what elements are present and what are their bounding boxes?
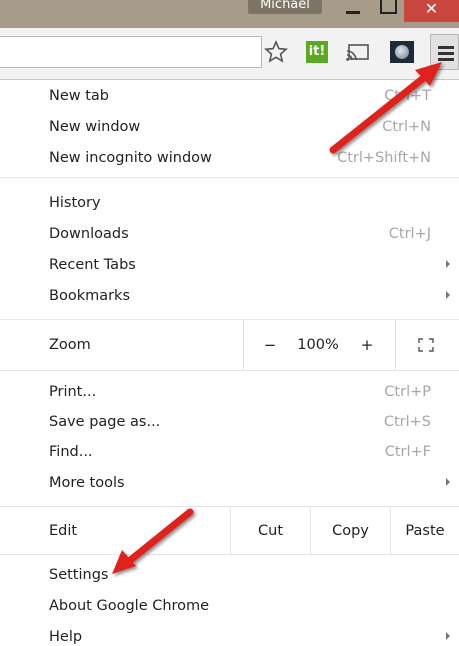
menu-item-label: Bookmarks [49, 288, 131, 304]
menu-edit-row: Edit Cut Copy Paste [0, 508, 459, 554]
extension-itl-icon[interactable]: it! [306, 41, 328, 63]
menu-item-label: Help [49, 629, 83, 645]
zoom-divider [395, 320, 396, 370]
extension-moon-icon[interactable] [390, 41, 414, 63]
maximize-button[interactable] [372, 0, 402, 22]
menu-item-shortcut: Ctrl+T [384, 88, 431, 104]
menu-item-history[interactable]: History [0, 187, 459, 219]
submenu-arrow-icon [446, 291, 450, 299]
zoom-out-button[interactable]: − [258, 320, 282, 370]
fullscreen-icon[interactable] [418, 338, 434, 352]
menu-item-more-tools[interactable]: More tools [0, 467, 459, 499]
menu-item-label: New incognito window [49, 150, 212, 166]
zoom-in-button[interactable]: + [355, 320, 379, 370]
menu-item-settings[interactable]: Settings [0, 559, 459, 591]
menu-item-label: History [49, 195, 101, 211]
browser-toolbar: it! [0, 28, 459, 80]
menu-separator [0, 506, 459, 507]
menu-item-label: Settings [49, 567, 109, 583]
menu-item-shortcut: Ctrl+J [388, 226, 431, 242]
menu-item-label: Save page as... [49, 414, 161, 430]
menu-item-label: About Google Chrome [49, 598, 210, 614]
menu-item-new-tab[interactable]: New tab Ctrl+T [0, 80, 459, 112]
minimize-button[interactable] [338, 0, 368, 22]
menu-item-label: New window [49, 119, 141, 135]
copy-button[interactable]: Copy [311, 508, 390, 554]
menu-item-shortcut: Ctrl+Shift+N [337, 150, 431, 166]
submenu-arrow-icon [446, 632, 450, 640]
paste-button[interactable]: Paste [391, 508, 459, 554]
address-bar[interactable] [0, 36, 262, 68]
menu-item-label: Recent Tabs [49, 257, 136, 273]
profile-button[interactable]: Michael [248, 0, 322, 14]
bookmark-star-icon[interactable] [264, 40, 288, 64]
submenu-arrow-icon [446, 260, 450, 268]
menu-item-label: More tools [49, 475, 125, 491]
menu-item-label: Downloads [49, 226, 129, 242]
hamburger-icon-bar [438, 52, 454, 55]
menu-item-new-incognito-window[interactable]: New incognito window Ctrl+Shift+N [0, 142, 459, 174]
close-button[interactable]: ✕ [404, 0, 459, 22]
menu-item-label: Print... [49, 384, 97, 400]
cut-button[interactable]: Cut [231, 508, 310, 554]
hamburger-icon [438, 46, 454, 49]
menu-item-label: New tab [49, 88, 110, 104]
menu-item-shortcut: Ctrl+F [384, 444, 431, 460]
menu-item-about-google-chrome[interactable]: About Google Chrome [0, 590, 459, 622]
menu-item-print[interactable]: Print... Ctrl+P [0, 376, 459, 408]
menu-item-bookmarks[interactable]: Bookmarks [0, 280, 459, 312]
menu-item-label: Find... [49, 444, 93, 460]
hamburger-icon-bar [438, 58, 454, 61]
menu-item-new-window[interactable]: New window Ctrl+N [0, 111, 459, 143]
menu-separator [0, 177, 459, 178]
menu-zoom-row: Zoom − 100% + [0, 320, 459, 370]
zoom-label: Zoom [49, 337, 91, 353]
menu-item-shortcut: Ctrl+P [384, 384, 431, 400]
cast-icon[interactable] [345, 40, 371, 64]
menu-item-save-page-as[interactable]: Save page as... Ctrl+S [0, 406, 459, 438]
zoom-level: 100% [297, 337, 339, 353]
menu-item-shortcut: Ctrl+N [382, 119, 431, 135]
menu-item-downloads[interactable]: Downloads Ctrl+J [0, 218, 459, 250]
chrome-main-menu: New tab Ctrl+T New window Ctrl+N New inc… [0, 80, 459, 646]
zoom-divider [243, 320, 244, 370]
menu-separator [0, 370, 459, 371]
chrome-menu-button[interactable] [430, 34, 459, 70]
menu-item-help[interactable]: Help [0, 621, 459, 646]
menu-separator [0, 554, 459, 555]
edit-label: Edit [49, 523, 78, 539]
window-title-bar: Michael ✕ [0, 0, 459, 28]
menu-item-find[interactable]: Find... Ctrl+F [0, 436, 459, 468]
menu-item-shortcut: Ctrl+S [383, 414, 431, 430]
submenu-arrow-icon [446, 478, 450, 486]
menu-item-recent-tabs[interactable]: Recent Tabs [0, 249, 459, 281]
